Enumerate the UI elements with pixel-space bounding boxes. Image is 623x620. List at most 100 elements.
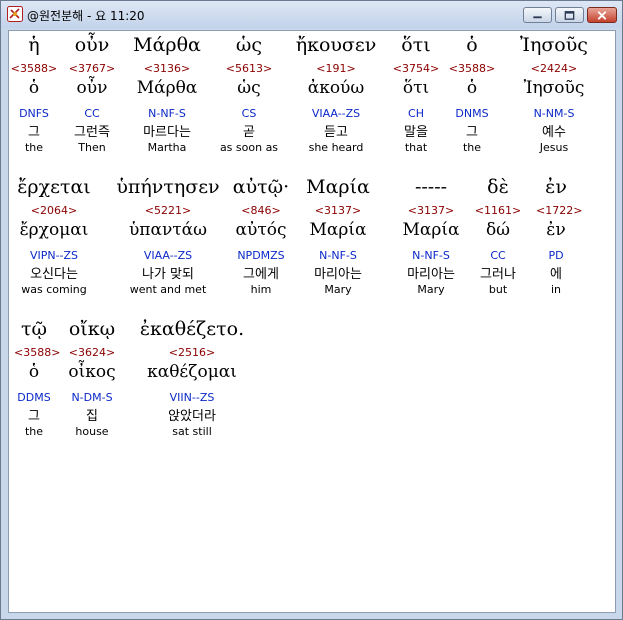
strongs-number[interactable]: <191> xyxy=(291,62,381,76)
english-gloss: Mary xyxy=(324,283,352,296)
minimize-button[interactable] xyxy=(523,7,552,23)
word-cell[interactable]: Μαρία <3137> Μαρία N-NF-S 마리아는 Mary xyxy=(303,174,373,297)
strongs-number[interactable]: <3588> xyxy=(9,62,59,76)
parsing-code: CC xyxy=(490,249,506,262)
english-gloss: she heard xyxy=(308,141,364,154)
word-cell[interactable]: ἤκουσεν <191> ἀκούω VIAA--ZS 듣고 she heard xyxy=(291,32,381,155)
strongs-number[interactable]: <3137> xyxy=(396,204,466,218)
korean-gloss: 그 xyxy=(28,409,40,424)
word-cell[interactable]: οὖν <3767> οὖν CC 그런즉 Then xyxy=(62,32,122,155)
strongs-number[interactable]: <5613> xyxy=(214,62,284,76)
korean-gloss: 그러나 xyxy=(480,267,516,282)
english-gloss: house xyxy=(75,425,109,438)
lemma: ὑπαντάω xyxy=(128,220,208,240)
english-gloss: the xyxy=(24,141,44,154)
parsing-code: CS xyxy=(241,107,257,120)
korean-gloss: 그런즉 xyxy=(74,125,110,140)
strongs-number[interactable]: <3624> xyxy=(57,346,127,360)
greek-word: αὐτῷ· xyxy=(232,176,290,198)
greek-word: Μάρθα xyxy=(133,34,201,56)
korean-gloss: 마리아는 xyxy=(407,267,455,282)
parsing-code: DDMS xyxy=(17,391,51,404)
strongs-number[interactable]: <5221> xyxy=(113,204,223,218)
word-cell[interactable]: ὁ <3588> ὁ DNMS 그 the xyxy=(447,32,497,155)
greek-word: οἴκῳ xyxy=(68,318,116,340)
strongs-number[interactable]: <1722> xyxy=(536,204,582,218)
lemma: ὁ xyxy=(28,362,40,382)
lemma: καθέζομαι xyxy=(147,362,237,382)
strongs-number[interactable]: <3754> xyxy=(391,62,441,76)
greek-word: τῷ xyxy=(20,318,47,340)
korean-gloss: 그에게 xyxy=(243,267,279,282)
lemma: δώ xyxy=(485,220,511,240)
english-gloss: but xyxy=(488,283,508,296)
parsing-code: N-DM-S xyxy=(71,391,113,404)
word-cell[interactable]: ὅτι <3754> ὅτι CH 말을 that xyxy=(391,32,441,155)
lemma: αὐτός xyxy=(235,220,287,240)
close-button[interactable] xyxy=(587,7,617,23)
word-cell[interactable]: ἔρχεται <2064> ἔρχομαι VIPN--ZS 오신다는 was comi… xyxy=(9,174,104,297)
window-title: @원전분해 - 요 11:20 xyxy=(27,9,145,23)
interlinear-panel: ἡ <3588> ὁ DNFS 그 the οὖν <3767> οὖν CC 그런즉 Then Μάρ… xyxy=(8,30,616,613)
lemma: Μάρθα xyxy=(136,78,198,98)
app-icon xyxy=(7,6,23,22)
word-cell[interactable]: ἐν <1722> ἐν PD 에 in xyxy=(536,174,582,297)
korean-gloss: 나가 맞되 xyxy=(142,267,194,282)
word-cell[interactable]: Ἰησοῦς <2424> Ἰησοῦς N-NM-S 예수 Jesus xyxy=(509,32,599,155)
korean-gloss: 오신다는 xyxy=(30,267,78,282)
word-cell[interactable]: ὡς <5613> ὡς CS 곧 as soon as xyxy=(214,32,284,155)
parsing-code: DNFS xyxy=(19,107,49,120)
word-cell[interactable]: ----- <3137> Μαρία N-NF-S 마리아는 Mary xyxy=(396,174,466,297)
word-cell[interactable]: ἐκαθέζετο. <2516> καθέζομαι VIIN--ZS 앉았더라 sat… xyxy=(137,316,247,439)
greek-word: Ἰησοῦς xyxy=(520,34,588,56)
strongs-number[interactable]: <2516> xyxy=(137,346,247,360)
parsing-code: N-NF-S xyxy=(319,249,357,262)
lemma: Μαρία xyxy=(309,220,367,240)
word-cell[interactable]: οἴκῳ <3624> οἶκος N-DM-S 집 house xyxy=(57,316,127,439)
english-gloss: went and met xyxy=(129,283,207,296)
parsing-code: VIIN--ZS xyxy=(169,391,215,404)
strongs-number[interactable]: <846> xyxy=(221,204,301,218)
korean-gloss: 마리아는 xyxy=(314,267,362,282)
word-cell[interactable]: δὲ <1161> δώ CC 그러나 but xyxy=(468,174,528,297)
word-cell[interactable]: αὐτῷ· <846> αὐτός NPDMZS 그에게 him xyxy=(221,174,301,297)
parsing-code: PD xyxy=(548,249,564,262)
english-gloss: Mary xyxy=(417,283,445,296)
app-window: @원전분해 - 요 11:20 ἡ <3588> ὁ DNFS 그 the οὖν <3767… xyxy=(0,0,623,620)
lemma: ἐν xyxy=(546,220,566,240)
greek-word: δὲ xyxy=(487,176,509,198)
word-cell[interactable]: ἡ <3588> ὁ DNFS 그 the xyxy=(9,32,59,155)
greek-word: Μαρία xyxy=(306,176,370,198)
greek-word: ὅτι xyxy=(401,34,431,56)
strongs-number[interactable]: <2424> xyxy=(509,62,599,76)
strongs-number[interactable]: <3588> xyxy=(447,62,497,76)
strongs-number[interactable]: <2064> xyxy=(9,204,104,218)
title-bar[interactable]: @원전분해 - 요 11:20 xyxy=(1,1,622,28)
lemma: ὅτι xyxy=(402,78,430,98)
word-cell[interactable]: ὑπήντησεν <5221> ὑπαντάω VIAA--ZS 나가 맞되 went … xyxy=(113,174,223,297)
korean-gloss: 곧 xyxy=(243,125,255,140)
korean-gloss: 그 xyxy=(28,125,40,140)
strongs-number[interactable]: <3136> xyxy=(127,62,207,76)
strongs-number[interactable]: <3767> xyxy=(62,62,122,76)
lemma: ὁ xyxy=(28,78,40,98)
strongs-number[interactable]: <1161> xyxy=(468,204,528,218)
lemma: ἀκούω xyxy=(307,78,365,98)
korean-gloss: 말을 xyxy=(404,125,428,140)
minimize-icon xyxy=(533,16,542,19)
maximize-button[interactable] xyxy=(555,7,584,23)
parsing-code: NPDMZS xyxy=(237,249,285,262)
greek-word: ἤκουσεν xyxy=(295,34,377,56)
korean-gloss: 앉았더라 xyxy=(168,409,216,424)
greek-word: ἡ xyxy=(28,34,40,56)
english-gloss: the xyxy=(24,425,44,438)
english-gloss: as soon as xyxy=(219,141,279,154)
word-cell[interactable]: Μάρθα <3136> Μάρθα N-NF-S 마르다는 Martha xyxy=(127,32,207,155)
strongs-number[interactable]: <3588> xyxy=(14,346,60,360)
greek-word: οὖν xyxy=(74,34,110,56)
word-cell[interactable]: τῷ <3588> ὁ DDMS 그 the xyxy=(14,316,60,439)
korean-gloss: 집 xyxy=(86,409,98,424)
strongs-number[interactable]: <3137> xyxy=(303,204,373,218)
close-icon xyxy=(597,11,607,20)
maximize-icon xyxy=(564,11,575,20)
